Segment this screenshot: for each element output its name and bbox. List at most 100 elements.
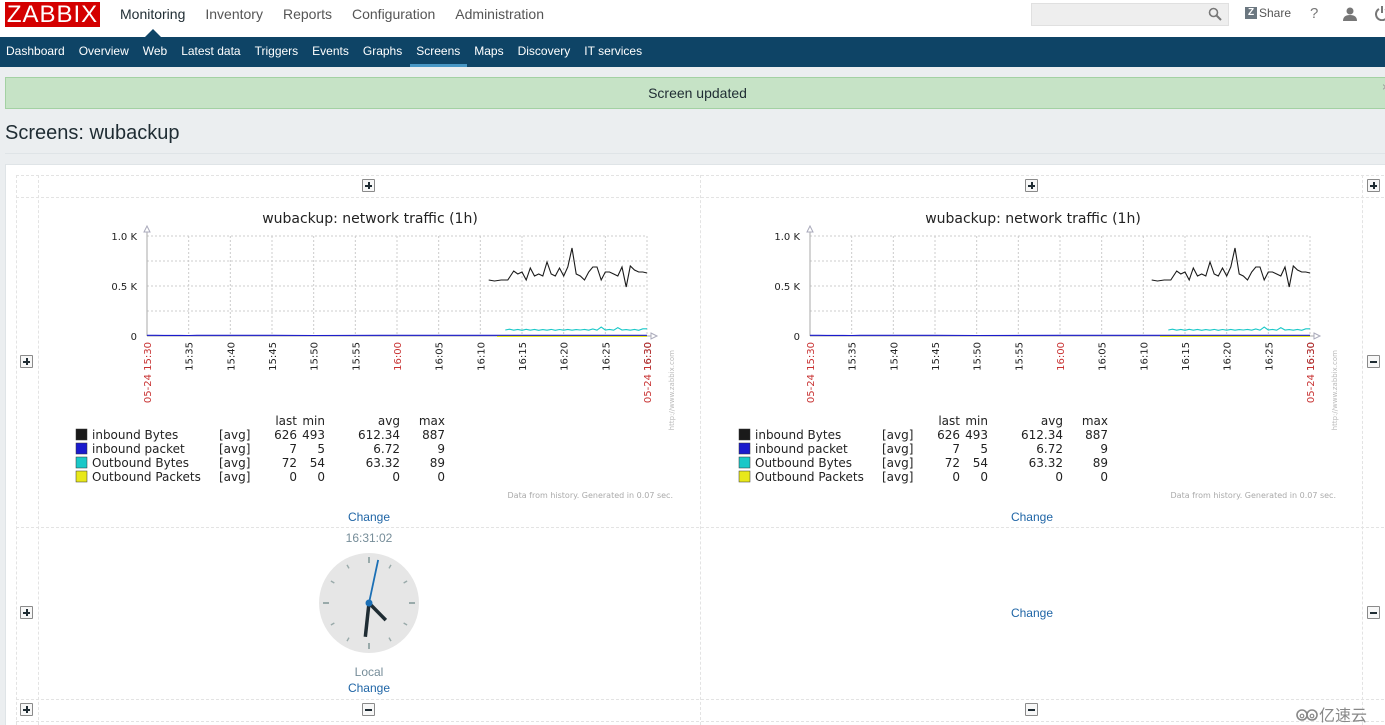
help-button[interactable]: ? xyxy=(1310,5,1318,22)
graph-title: wubackup: network traffic (1h) xyxy=(262,211,478,227)
sub-nav-events[interactable]: Events xyxy=(306,37,356,67)
y-axis-arrow xyxy=(143,224,151,233)
clock-time: 16:31:02 xyxy=(345,531,393,545)
change-link[interactable]: Change xyxy=(972,510,1092,524)
legend-series-name: Outbound Packets xyxy=(755,470,864,484)
zabbix-share-icon: Z xyxy=(1245,7,1257,19)
legend-value: 6.72 xyxy=(373,442,400,456)
x-tick-label: 16:20 xyxy=(560,342,571,371)
change-link[interactable]: Change xyxy=(309,681,429,695)
legend-func: [avg] xyxy=(882,470,913,484)
clock-center xyxy=(365,599,373,607)
legend-value: 0 xyxy=(952,470,960,484)
x-axis-arrow xyxy=(1313,332,1322,340)
legend-value: 72 xyxy=(945,456,960,470)
add-row-button[interactable] xyxy=(20,703,33,716)
legend-func: [avg] xyxy=(882,442,913,456)
success-message: Screen updated × xyxy=(5,77,1385,109)
main-nav-administration[interactable]: Administration xyxy=(445,0,554,37)
sub-nav-it-services[interactable]: IT services xyxy=(578,37,649,67)
x-tick-label: 15:40 xyxy=(889,342,900,371)
sign-out-icon[interactable] xyxy=(1375,5,1385,21)
legend-swatch xyxy=(738,456,751,469)
legend-header: max xyxy=(419,414,445,428)
add-row-button[interactable] xyxy=(20,606,33,619)
change-link[interactable]: Change xyxy=(309,510,429,524)
sub-nav-web[interactable]: Web xyxy=(137,37,174,67)
user-profile-icon[interactable] xyxy=(1342,6,1358,22)
legend-value: 0 xyxy=(437,470,445,484)
x-tick-label: 15:40 xyxy=(226,342,237,371)
network-traffic-graph[interactable]: wubackup: network traffic (1h) 0 0.5 K 1.0 … xyxy=(723,200,1343,520)
y-tick-label: 0 xyxy=(131,332,137,343)
main-nav-inventory[interactable]: Inventory xyxy=(195,0,273,37)
x-tick-label: 15:55 xyxy=(1014,342,1025,371)
sub-nav-screens[interactable]: Screens xyxy=(410,37,468,67)
y-axis-arrow xyxy=(806,224,814,233)
legend-value: 0 xyxy=(1100,470,1108,484)
x-tick-label: 16:25 xyxy=(1264,342,1275,371)
x-axis-arrow xyxy=(650,332,659,340)
title-divider xyxy=(5,153,1385,154)
remove-column-button[interactable] xyxy=(1025,703,1038,716)
legend-value: 0 xyxy=(392,470,400,484)
legend-value: 9 xyxy=(437,442,445,456)
legend-value: 0 xyxy=(1055,470,1063,484)
legend-value: 5 xyxy=(980,442,988,456)
share-label: Share xyxy=(1259,6,1292,20)
main-nav-monitoring[interactable]: Monitoring xyxy=(110,0,195,37)
brand-text: 亿速云 xyxy=(1319,708,1368,725)
x-tick-label: 15:50 xyxy=(973,342,984,371)
search-input[interactable] xyxy=(1031,3,1229,26)
sub-nav-graphs[interactable]: Graphs xyxy=(357,37,409,67)
legend-value: 493 xyxy=(302,428,325,442)
x-tick-label: 16:15 xyxy=(1181,342,1192,371)
legend-value: 0 xyxy=(980,470,988,484)
network-traffic-graph[interactable]: wubackup: network traffic (1h) 0 0.5 K 1.0 … xyxy=(60,200,680,520)
legend-func: [avg] xyxy=(882,456,913,470)
legend-value: 9 xyxy=(1100,442,1108,456)
sub-nav-latest-data[interactable]: Latest data xyxy=(175,37,247,67)
change-link[interactable]: Change xyxy=(972,606,1092,620)
y-tick-label: 0 xyxy=(794,332,800,343)
x-tick-label: 16:05 xyxy=(435,342,446,371)
add-column-button[interactable] xyxy=(362,179,375,192)
x-range-label: 05-24 16:30 xyxy=(1306,342,1317,403)
search-icon[interactable] xyxy=(1208,7,1222,21)
x-tick-label: 15:35 xyxy=(185,342,196,371)
remove-row-button[interactable] xyxy=(1367,606,1380,619)
add-column-button[interactable] xyxy=(1025,179,1038,192)
x-tick-label: 15:55 xyxy=(351,342,362,371)
legend-value: 89 xyxy=(1093,456,1108,470)
main-nav-configuration[interactable]: Configuration xyxy=(342,0,445,37)
sub-nav-discovery[interactable]: Discovery xyxy=(512,37,578,67)
grid-line xyxy=(16,175,17,725)
series-line-inbound-bytes xyxy=(488,247,648,288)
legend-func: [avg] xyxy=(219,428,250,442)
legend-value: 54 xyxy=(973,456,988,470)
legend-value: 0 xyxy=(289,470,297,484)
add-column-button[interactable] xyxy=(1367,179,1380,192)
x-tick-label: 16:10 xyxy=(1139,342,1150,371)
sub-nav-dashboard[interactable]: Dashboard xyxy=(0,37,72,67)
sub-nav-maps[interactable]: Maps xyxy=(468,37,510,67)
legend-header: min xyxy=(302,414,325,428)
x-tick-label: 16:15 xyxy=(518,342,529,371)
main-nav-reports[interactable]: Reports xyxy=(273,0,342,37)
sub-nav-triggers[interactable]: Triggers xyxy=(249,37,306,67)
remove-column-button[interactable] xyxy=(362,703,375,716)
legend-value: 493 xyxy=(965,428,988,442)
grid-line xyxy=(700,175,701,725)
zabbix-logo[interactable]: ZABBIX xyxy=(5,2,100,28)
add-row-button[interactable] xyxy=(20,355,33,368)
main-nav: Monitoring Inventory Reports Configurati… xyxy=(110,0,554,37)
y-tick-label: 0.5 K xyxy=(111,282,137,293)
legend-swatch xyxy=(75,456,88,469)
legend-value: 63.32 xyxy=(1029,456,1063,470)
page-title: Screens: wubackup xyxy=(5,122,180,144)
sub-nav-overview[interactable]: Overview xyxy=(73,37,136,67)
remove-row-button[interactable] xyxy=(1367,355,1380,368)
series-line-inbound-bytes xyxy=(1151,247,1311,288)
share-button[interactable]: Z Share xyxy=(1245,6,1291,20)
legend-value: 6.72 xyxy=(1036,442,1063,456)
